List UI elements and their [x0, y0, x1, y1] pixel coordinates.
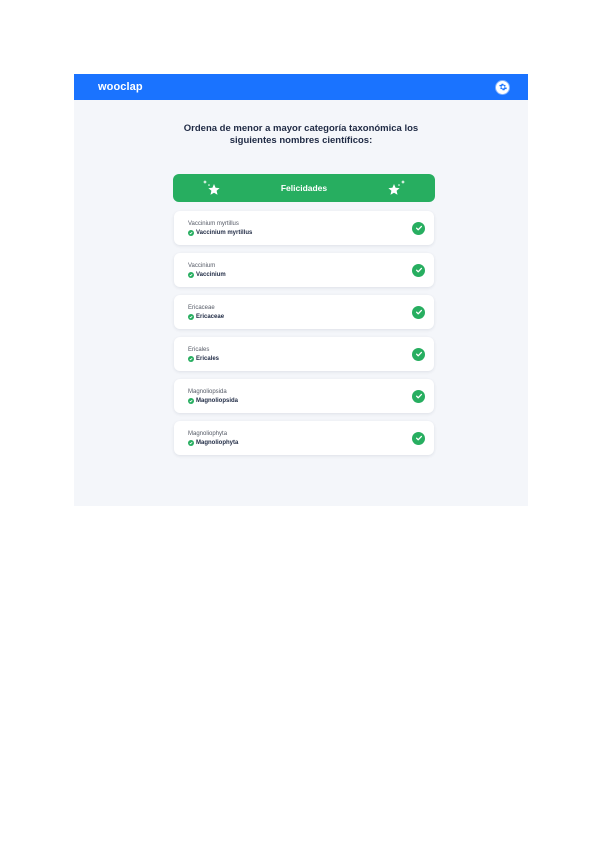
- check-circle-icon: [412, 263, 425, 277]
- settings-button[interactable]: [495, 79, 510, 95]
- user-answer: Ericales: [188, 346, 210, 353]
- check-circle-icon: [412, 305, 425, 319]
- correct-answer: Ericales: [196, 355, 220, 362]
- correct-answer: Ericaceae: [196, 313, 225, 320]
- user-answer: Vaccinium: [188, 262, 216, 269]
- check-circle-icon: [412, 389, 425, 403]
- brand-logo: wooclap: [98, 81, 143, 93]
- correct-answer: Magnoliopsida: [196, 397, 238, 404]
- top-bar: wooclap: [74, 74, 528, 100]
- user-answer: Ericaceae: [188, 304, 215, 311]
- list-item: Ericales Ericales: [174, 337, 434, 371]
- banner-label: Felicidades: [280, 183, 328, 193]
- list-item: Ericaceae Ericaceae: [174, 295, 434, 329]
- correct-answer: Vaccinium: [196, 271, 226, 278]
- check-circle-icon: [412, 221, 425, 235]
- check-icon: [188, 313, 194, 320]
- user-answer: Vaccinium myrtillus: [188, 220, 239, 227]
- check-circle-icon: [412, 347, 425, 361]
- gear-icon: [498, 83, 507, 91]
- user-answer: Magnoliopsida: [188, 388, 227, 395]
- question-title: Ordena de menor a mayor categoría taxonó…: [183, 123, 419, 146]
- check-icon: [188, 355, 194, 362]
- check-icon: [188, 229, 194, 236]
- wooclap-frame: wooclap Ordena de menor a mayor categorí…: [74, 74, 528, 506]
- correct-answer: Vaccinium myrtillus: [196, 229, 253, 236]
- check-icon: [188, 439, 194, 446]
- check-icon: [188, 271, 194, 278]
- sparkle-star-icon: [388, 180, 405, 195]
- list-item: Magnoliopsida Magnoliopsida: [174, 379, 434, 413]
- sparkle-star-icon: [203, 180, 220, 195]
- correct-answer: Magnoliophyta: [196, 439, 239, 446]
- success-banner: Felicidades: [173, 174, 435, 202]
- list-item: Vaccinium Vaccinium: [174, 253, 434, 287]
- check-icon: [188, 397, 194, 404]
- answer-list: Vaccinium myrtillus Vaccinium myrtillus …: [174, 211, 434, 463]
- user-answer: Magnoliophyta: [188, 430, 228, 437]
- list-item: Magnoliophyta Magnoliophyta: [174, 421, 434, 455]
- check-circle-icon: [412, 431, 425, 445]
- list-item: Vaccinium myrtillus Vaccinium myrtillus: [174, 211, 434, 245]
